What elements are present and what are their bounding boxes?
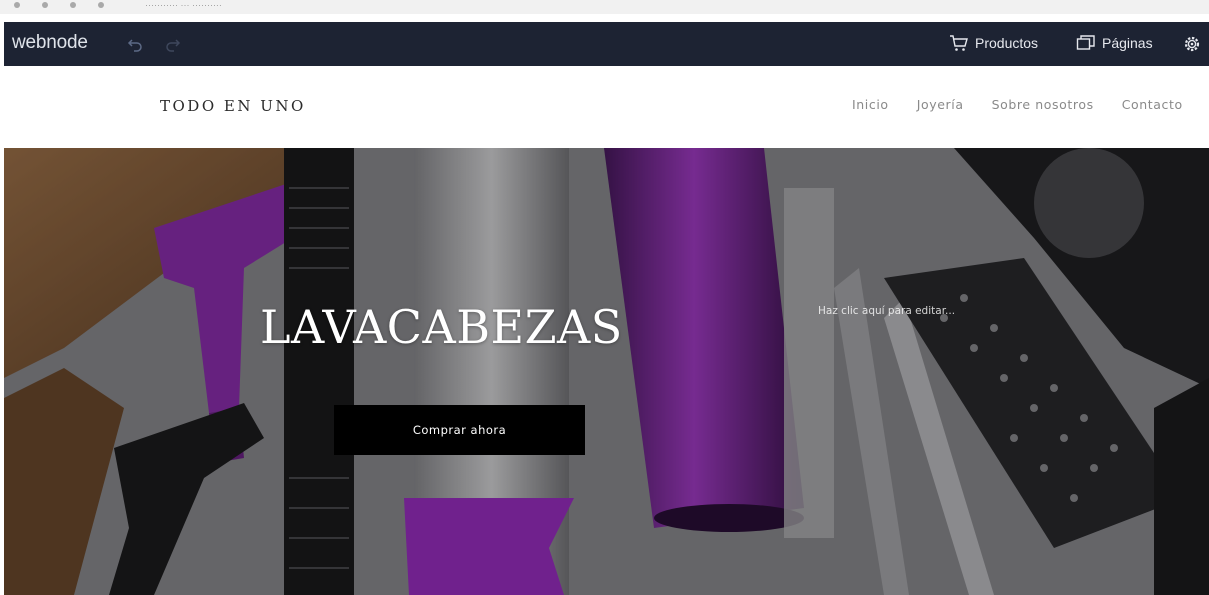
pages-label: Páginas: [1102, 35, 1153, 51]
nav-item-joyeria[interactable]: Joyería: [917, 97, 964, 112]
products-button[interactable]: Productos: [949, 34, 1038, 52]
nav-item-inicio[interactable]: Inicio: [852, 97, 889, 112]
reload-icon[interactable]: [70, 2, 76, 8]
back-icon[interactable]: [14, 2, 20, 8]
browser-nav-buttons: [14, 2, 104, 8]
undo-icon[interactable]: [127, 36, 143, 52]
edit-hint-text[interactable]: Haz clic aquí para editar...: [818, 305, 955, 317]
site-info-icon[interactable]: [98, 2, 104, 8]
hero-background-image: [4, 148, 1209, 595]
editor-toolbar: webnode Productos Páginas: [4, 22, 1209, 66]
forward-icon[interactable]: [42, 2, 48, 8]
address-bar[interactable]: ··········· ··· ··········: [145, 0, 222, 11]
site-brand[interactable]: TODO EN UNO: [160, 97, 306, 115]
nav-item-contacto[interactable]: Contacto: [1122, 97, 1183, 112]
redo-icon[interactable]: [165, 36, 181, 52]
site-header: TODO EN UNO Inicio Joyería Sobre nosotro…: [0, 66, 1209, 148]
nav-item-sobre-nosotros[interactable]: Sobre nosotros: [992, 97, 1094, 112]
products-label: Productos: [975, 35, 1039, 51]
gear-icon[interactable]: [1183, 35, 1201, 53]
cart-icon: [950, 35, 968, 51]
pages-icon: [1076, 35, 1095, 50]
browser-chrome: ··········· ··· ··········: [0, 0, 1209, 14]
pages-button[interactable]: Páginas: [1076, 34, 1153, 52]
hero-banner[interactable]: LAVACABEZAS Haz clic aquí para editar...…: [4, 148, 1209, 595]
main-nav: Inicio Joyería Sobre nosotros Contacto: [852, 97, 1183, 112]
webnode-logo[interactable]: webnode: [12, 32, 88, 54]
hero-title[interactable]: LAVACABEZAS: [260, 300, 623, 354]
buy-now-button[interactable]: Comprar ahora: [334, 405, 585, 455]
